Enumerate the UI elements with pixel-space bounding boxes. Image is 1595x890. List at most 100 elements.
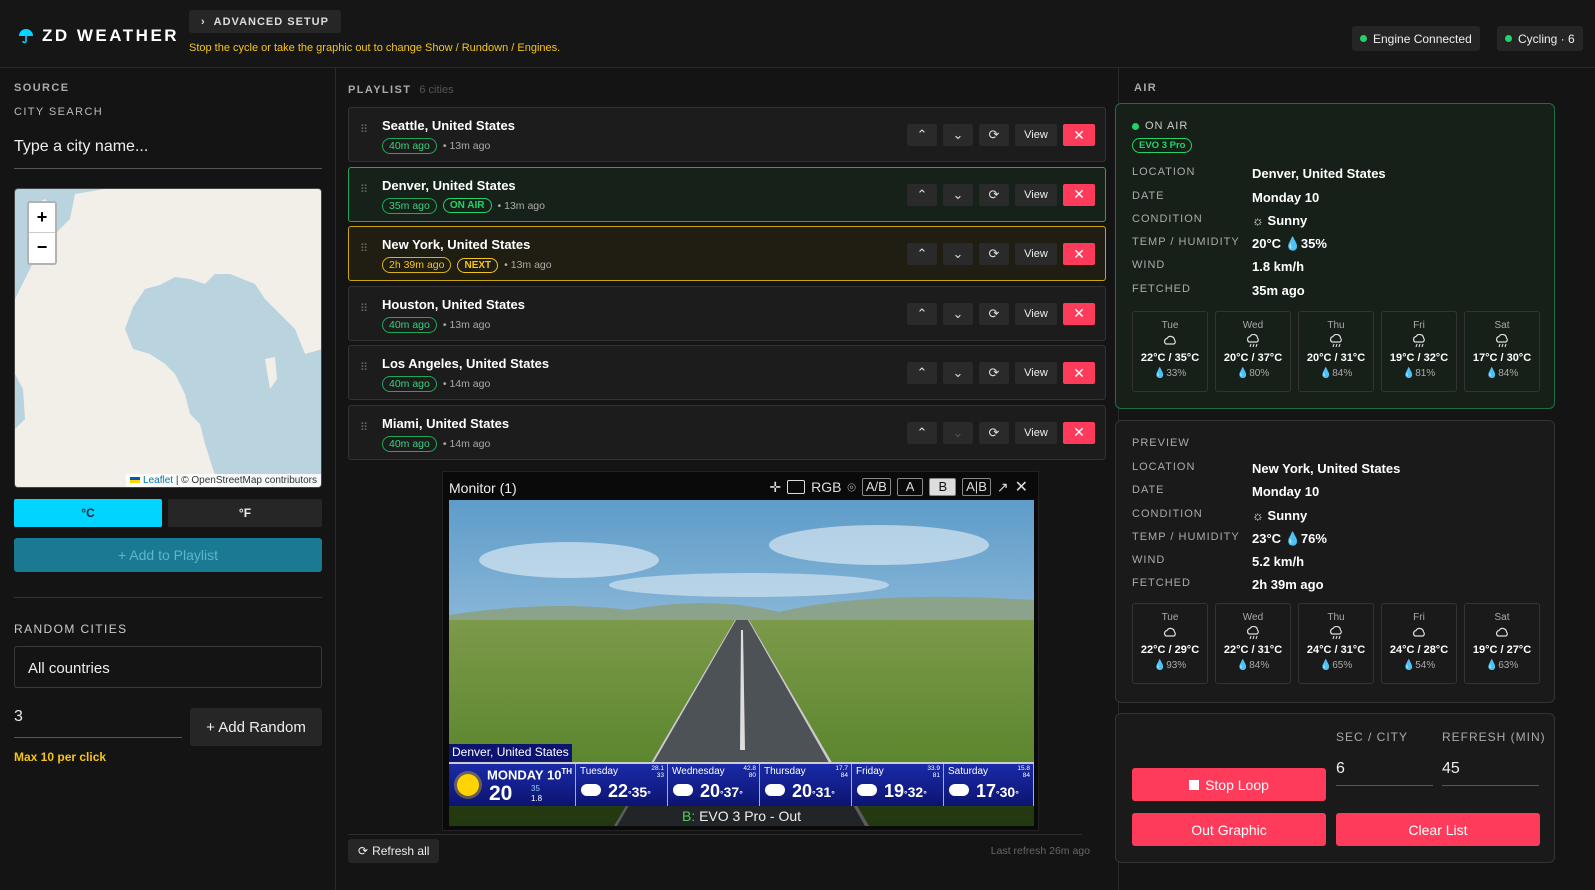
fetched-label: FETCHED — [1132, 577, 1191, 589]
move-down-button[interactable]: ⌄ — [943, 362, 973, 384]
row-meta: 35m ago ON AIR • 13m ago — [382, 197, 545, 214]
safe-area-icon[interactable] — [787, 480, 806, 494]
add-random-button[interactable]: + Add Random — [190, 708, 322, 746]
playlist-row[interactable]: ⠿ Houston, United States 40m ago • 13m a… — [348, 285, 1106, 341]
move-up-button[interactable]: ⌃ — [907, 362, 937, 384]
view-button[interactable]: View — [1015, 362, 1057, 384]
move-down-button[interactable]: ⌄ — [943, 302, 973, 325]
refresh-row-button[interactable]: ⟳ — [979, 362, 1009, 384]
remove-button[interactable]: ✕ — [1063, 124, 1095, 146]
drop-icon: 💧 — [1153, 368, 1167, 379]
graphic-day-lo: 20 — [700, 781, 721, 801]
row-age-badge: 2h 39m ago — [382, 257, 452, 273]
drag-handle-icon[interactable]: ⠿ — [360, 422, 369, 433]
refresh-row-button[interactable]: ⟳ — [979, 421, 1009, 444]
a-split-b-button[interactable]: A|B — [962, 478, 991, 496]
graphic-day-temps: 19°32° — [884, 781, 927, 801]
remove-button[interactable]: ✕ — [1063, 362, 1095, 384]
forecast-range: 22°C / 31°C — [1223, 644, 1283, 656]
graphic-day-lo: 20 — [792, 781, 813, 801]
cloud-icon — [581, 784, 601, 796]
remove-button[interactable]: ✕ — [1063, 421, 1095, 444]
temp-label: TEMP / HUMIDITY — [1132, 531, 1240, 543]
remove-button[interactable]: ✕ — [1063, 302, 1095, 325]
forecast-humidity-value: 84% — [1249, 660, 1270, 671]
sec-per-city-input[interactable]: 6 — [1336, 754, 1433, 786]
refresh-icon: ⟳ — [988, 186, 1000, 202]
status-dot-icon — [1505, 35, 1512, 42]
popout-icon[interactable]: ↗ — [997, 479, 1009, 496]
preview-condition: ☼ Sunny — [1252, 508, 1307, 523]
world-map[interactable]: + − Leaflet | © OpenStreetMap contributo… — [14, 188, 322, 488]
forecast-humidity: 💧84% — [1465, 368, 1539, 379]
playlist-row[interactable]: ⠿ Denver, United States 35m ago ON AIR •… — [348, 166, 1106, 222]
playlist-row[interactable]: ⠿ Seattle, United States 40m ago • 13m a… — [348, 107, 1106, 162]
graphic-day-hi: 37 — [723, 784, 740, 800]
clear-list-button[interactable]: Clear List — [1336, 813, 1540, 846]
close-icon[interactable]: ✕ — [1015, 477, 1028, 497]
rain-icon — [1299, 333, 1373, 348]
remove-button[interactable]: ✕ — [1063, 243, 1095, 265]
refresh-row-button[interactable]: ⟳ — [979, 124, 1009, 146]
move-up-button[interactable]: ⌃ — [907, 302, 937, 325]
view-button[interactable]: View — [1015, 124, 1057, 146]
city-search-input[interactable]: Type a city name... — [14, 134, 322, 169]
sec-per-city-label: SEC / CITY — [1336, 730, 1409, 744]
graphic-day-stats: 15.8 84 — [1017, 765, 1030, 779]
random-count-input[interactable]: 3 — [14, 704, 182, 738]
playlist-row[interactable]: ⠿ Los Angeles, United States 40m ago • 1… — [348, 345, 1106, 400]
zoom-out-button[interactable]: − — [29, 233, 55, 263]
move-down-button[interactable]: ⌄ — [943, 243, 973, 265]
stop-loop-button[interactable]: Stop Loop — [1132, 768, 1326, 801]
country-select[interactable]: All countries — [14, 646, 322, 688]
chevron-up-icon: ⌃ — [916, 424, 928, 440]
celsius-toggle[interactable]: °C — [14, 499, 162, 527]
refresh-row-button[interactable]: ⟳ — [979, 183, 1009, 206]
move-up-button[interactable]: ⌃ — [907, 421, 937, 444]
a-button[interactable]: A — [896, 478, 924, 496]
view-button[interactable]: View — [1015, 302, 1057, 325]
rgb-button[interactable]: RGB — [811, 479, 841, 495]
graphic-today-date: MONDAY 10TH — [487, 767, 572, 782]
refresh-min-input[interactable]: 45 — [1442, 754, 1539, 786]
add-to-playlist-button[interactable]: + Add to Playlist — [14, 538, 322, 572]
drop-icon: 💧 — [1319, 368, 1333, 379]
drag-handle-icon[interactable]: ⠿ — [360, 244, 369, 255]
playlist-row[interactable]: ⠿ Miami, United States 40m ago • 14m ago… — [348, 404, 1106, 460]
focus-icon[interactable]: ⌾ — [847, 479, 855, 496]
view-button[interactable]: View — [1015, 243, 1057, 265]
row-updated: • 14m ago — [442, 378, 491, 390]
advanced-setup-button[interactable]: › ADVANCED SETUP — [189, 10, 341, 33]
forecast-day: Tue — [1161, 612, 1179, 623]
b-button[interactable]: B — [929, 478, 957, 496]
move-up-button[interactable]: ⌃ — [907, 243, 937, 265]
out-graphic-button[interactable]: Out Graphic — [1132, 813, 1326, 846]
view-button[interactable]: View — [1015, 421, 1057, 444]
chevron-up-icon: ⌃ — [916, 365, 928, 380]
move-down-button[interactable]: ⌄ — [943, 421, 973, 444]
move-up-button[interactable]: ⌃ — [907, 124, 937, 146]
move-down-button[interactable]: ⌄ — [943, 183, 973, 206]
row-updated: • 14m ago — [442, 437, 491, 450]
drag-handle-icon[interactable]: ⠿ — [360, 184, 369, 195]
drag-handle-icon[interactable]: ⠿ — [360, 303, 369, 314]
playlist-row[interactable]: ⠿ New York, United States 2h 39m ago NEX… — [348, 226, 1106, 281]
forecast-humidity: 💧63% — [1465, 660, 1539, 671]
refresh-row-button[interactable]: ⟳ — [979, 243, 1009, 265]
leaflet-link[interactable]: Leaflet — [143, 475, 173, 486]
refresh-icon: ⟳ — [988, 305, 1000, 321]
view-button[interactable]: View — [1015, 183, 1057, 206]
drag-handle-icon[interactable]: ⠿ — [360, 363, 369, 374]
refresh-row-button[interactable]: ⟳ — [979, 302, 1009, 325]
drag-handle-icon[interactable]: ⠿ — [360, 125, 369, 136]
zoom-in-button[interactable]: + — [29, 203, 55, 233]
refresh-all-button[interactable]: ⟳ Refresh all — [348, 839, 440, 863]
move-down-button[interactable]: ⌄ — [943, 124, 973, 146]
remove-button[interactable]: ✕ — [1063, 183, 1095, 206]
ab-button[interactable]: A/B — [861, 478, 891, 496]
move-up-button[interactable]: ⌃ — [907, 183, 937, 206]
crosshair-icon[interactable]: ✛ — [769, 479, 781, 496]
drop-icon: 💧 — [1284, 531, 1301, 546]
fahrenheit-toggle[interactable]: °F — [168, 499, 322, 527]
graphic-day-hi: 32 — [907, 784, 924, 800]
